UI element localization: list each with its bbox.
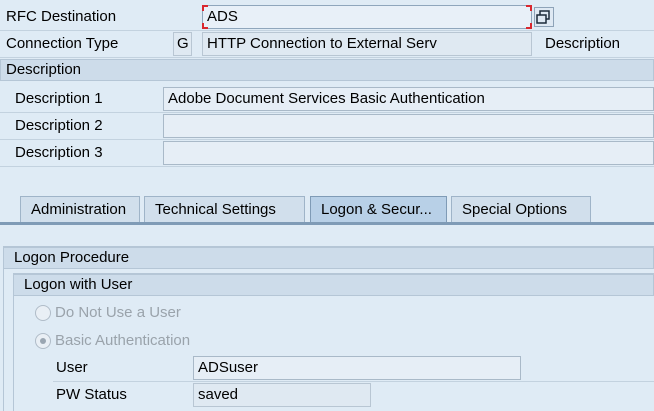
pw-status-value: saved [198, 386, 239, 403]
do-not-use-user-radio[interactable] [35, 305, 51, 321]
description-section-header: Description [0, 59, 654, 81]
logon-procedure-header: Logon Procedure [3, 247, 654, 269]
logon-with-user-title: Logon with User [24, 276, 133, 293]
tab-administration-label: Administration [31, 201, 127, 218]
user-value: ADSuser [198, 359, 259, 376]
description-1-label: Description 1 [15, 90, 103, 107]
tab-technical-settings[interactable]: Technical Settings [144, 196, 305, 223]
description-2-label: Description 2 [15, 117, 103, 134]
row-separator [0, 139, 654, 140]
focus-marker-bottom-right-v [530, 23, 532, 29]
rfc-destination-value: ADS [207, 8, 238, 25]
basic-authentication-label: Basic Authentication [55, 332, 191, 349]
row-separator [0, 112, 654, 113]
do-not-use-user-label: Do Not Use a User [55, 304, 181, 321]
row-separator [0, 57, 654, 58]
tab-strip-underline [0, 222, 654, 225]
row-separator [53, 381, 654, 382]
tab-logon-security-label: Logon & Secur... [321, 201, 432, 218]
tab-administration[interactable]: Administration [20, 196, 140, 223]
focus-marker-bottom-left-v [202, 23, 204, 29]
rfc-destination-input[interactable]: ADS [202, 5, 532, 29]
description-3-input[interactable] [163, 141, 654, 165]
rfc-destination-label: RFC Destination [6, 8, 117, 25]
tab-logon-security[interactable]: Logon & Secur... [310, 196, 447, 224]
row-separator [0, 166, 654, 167]
connection-type-code: G [177, 35, 189, 52]
pw-status-label: PW Status [56, 386, 127, 403]
connection-type-description-label: Description [545, 35, 621, 52]
connection-type-text: HTTP Connection to External Serv [207, 35, 437, 52]
connection-type-code-field: G [173, 32, 192, 56]
user-input[interactable]: ADSuser [193, 356, 521, 380]
description-2-input[interactable] [163, 114, 654, 138]
logon-with-user-header: Logon with User [13, 274, 654, 296]
user-label: User [56, 359, 88, 376]
copy-windows-icon[interactable] [534, 7, 554, 27]
connection-type-label: Connection Type [6, 35, 119, 52]
pw-status-field: saved [193, 383, 371, 407]
description-section-title: Description [6, 61, 82, 78]
tab-special-options[interactable]: Special Options [451, 196, 591, 223]
tab-technical-settings-label: Technical Settings [155, 201, 276, 218]
description-3-label: Description 3 [15, 144, 103, 161]
connection-type-text-field: HTTP Connection to External Serv [202, 32, 532, 56]
row-separator [0, 30, 654, 31]
focus-marker-top-left-v [202, 5, 204, 11]
description-1-input[interactable]: Adobe Document Services Basic Authentica… [163, 87, 654, 111]
basic-authentication-radio[interactable] [35, 333, 51, 349]
tab-special-options-label: Special Options [462, 201, 568, 218]
description-1-value: Adobe Document Services Basic Authentica… [168, 90, 485, 107]
logon-procedure-title: Logon Procedure [14, 249, 130, 266]
focus-marker-top-right-v [530, 5, 532, 11]
